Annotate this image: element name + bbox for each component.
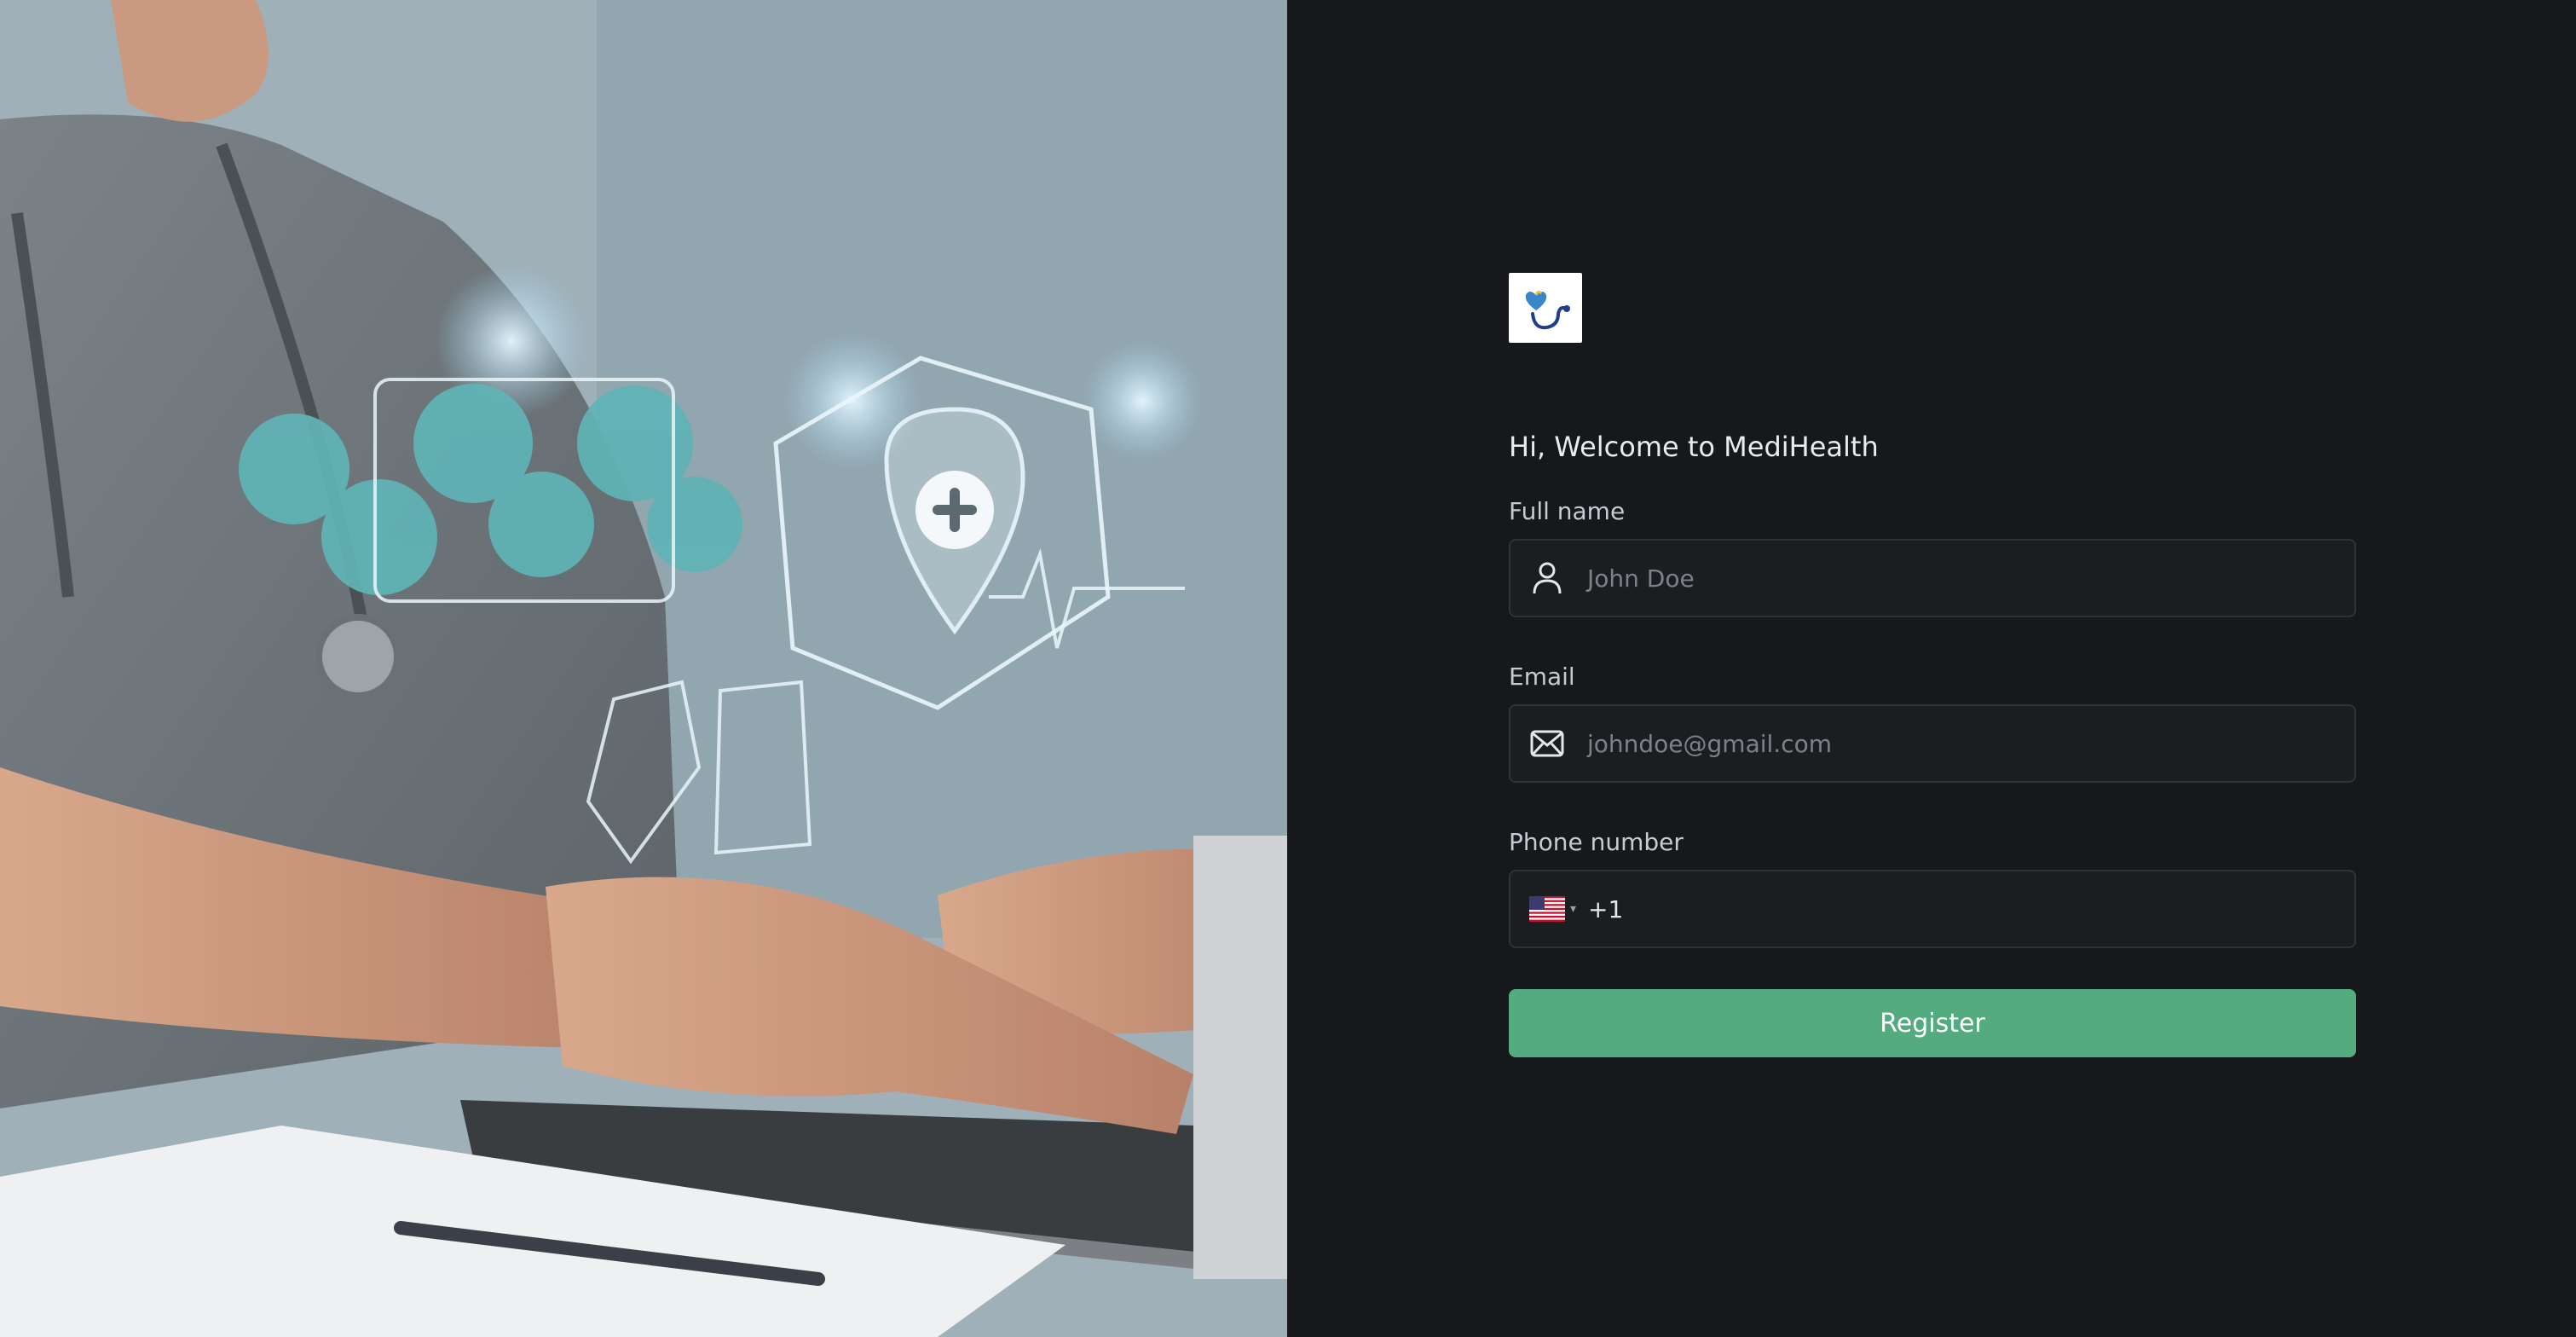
- hero-image: [0, 0, 1287, 1337]
- registration-form: Hi, Welcome to MediHealth Full name John…: [1509, 273, 2356, 1057]
- user-icon: [1529, 560, 1565, 596]
- mail-icon: [1529, 726, 1565, 761]
- phone-number-input[interactable]: ▾ +1: [1509, 870, 2356, 948]
- medihealth-logo: [1509, 273, 1582, 343]
- full-name-placeholder: John Doe: [1587, 564, 1695, 593]
- us-flag-icon[interactable]: [1529, 896, 1565, 922]
- phone-country-code: +1: [1588, 894, 1624, 923]
- email-input[interactable]: johndoe@gmail.com: [1509, 704, 2356, 783]
- doctor-laptop-illustration: [0, 0, 1287, 1337]
- stethoscope-heart-logo-icon: [1525, 290, 1570, 330]
- register-button[interactable]: Register: [1509, 989, 2356, 1057]
- email-label: Email: [1509, 663, 1575, 691]
- registration-panel: Hi, Welcome to MediHealth Full name John…: [1287, 0, 2576, 1337]
- chevron-down-icon[interactable]: ▾: [1570, 902, 1576, 916]
- full-name-input[interactable]: John Doe: [1509, 539, 2356, 617]
- full-name-label: Full name: [1509, 497, 1626, 525]
- phone-number-label: Phone number: [1509, 828, 1684, 856]
- welcome-heading: Hi, Welcome to MediHealth: [1509, 431, 1879, 463]
- email-placeholder: johndoe@gmail.com: [1587, 729, 1832, 758]
